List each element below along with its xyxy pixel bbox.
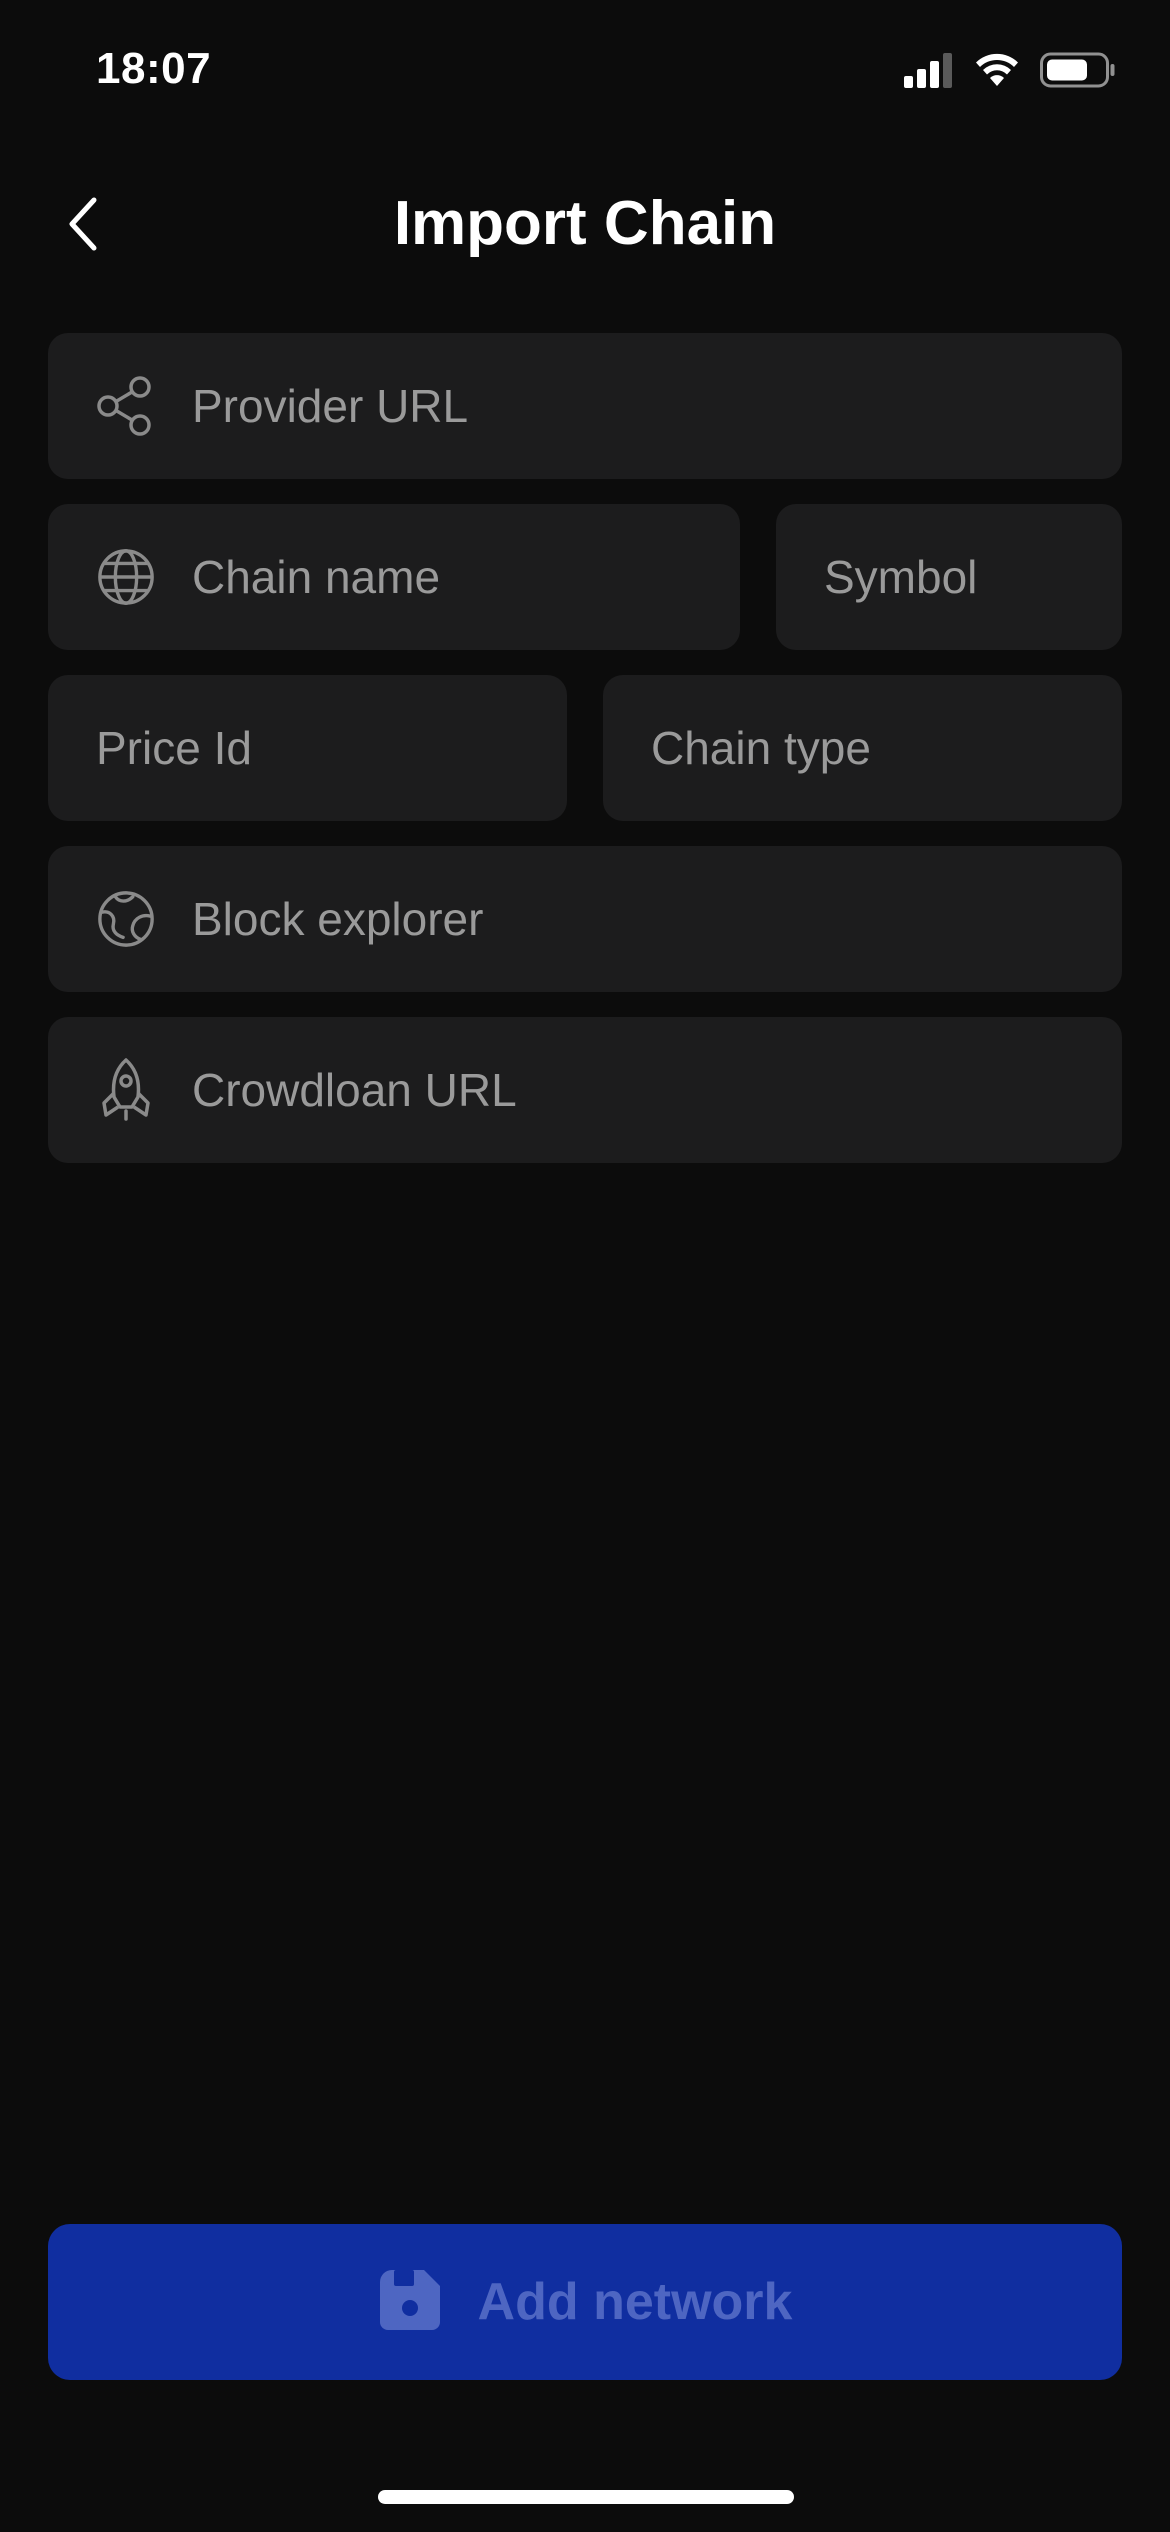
battery-icon [1040, 52, 1116, 93]
chain-name-field[interactable] [48, 504, 740, 650]
status-icons [904, 52, 1116, 93]
chain-name-input[interactable] [192, 550, 740, 604]
page-title: Import Chain [393, 189, 777, 258]
home-indicator [378, 2490, 794, 2504]
price-id-field[interactable] [48, 675, 567, 821]
block-explorer-field[interactable] [48, 846, 1122, 992]
floppy-disk-icon [378, 2268, 442, 2337]
planet-icon [96, 889, 156, 949]
chain-type-field[interactable] [603, 675, 1122, 821]
globe-icon [96, 547, 156, 607]
add-network-button[interactable]: Add network [48, 2224, 1122, 2380]
add-network-label: Add network [477, 2273, 793, 2331]
crowdloan-url-field[interactable] [48, 1017, 1122, 1163]
symbol-field[interactable] [776, 504, 1122, 650]
rocket-icon [96, 1058, 156, 1121]
symbol-input[interactable] [824, 550, 1122, 604]
share-icon [96, 376, 156, 436]
wifi-icon [974, 52, 1020, 93]
provider-url-input[interactable] [192, 379, 1122, 433]
price-id-input[interactable] [96, 721, 567, 775]
block-explorer-input[interactable] [192, 892, 1122, 946]
status-time: 18:07 [96, 44, 212, 93]
provider-url-field[interactable] [48, 333, 1122, 479]
crowdloan-url-input[interactable] [192, 1063, 1122, 1117]
chain-type-input[interactable] [651, 721, 1122, 775]
cellular-signal-icon [904, 52, 954, 93]
